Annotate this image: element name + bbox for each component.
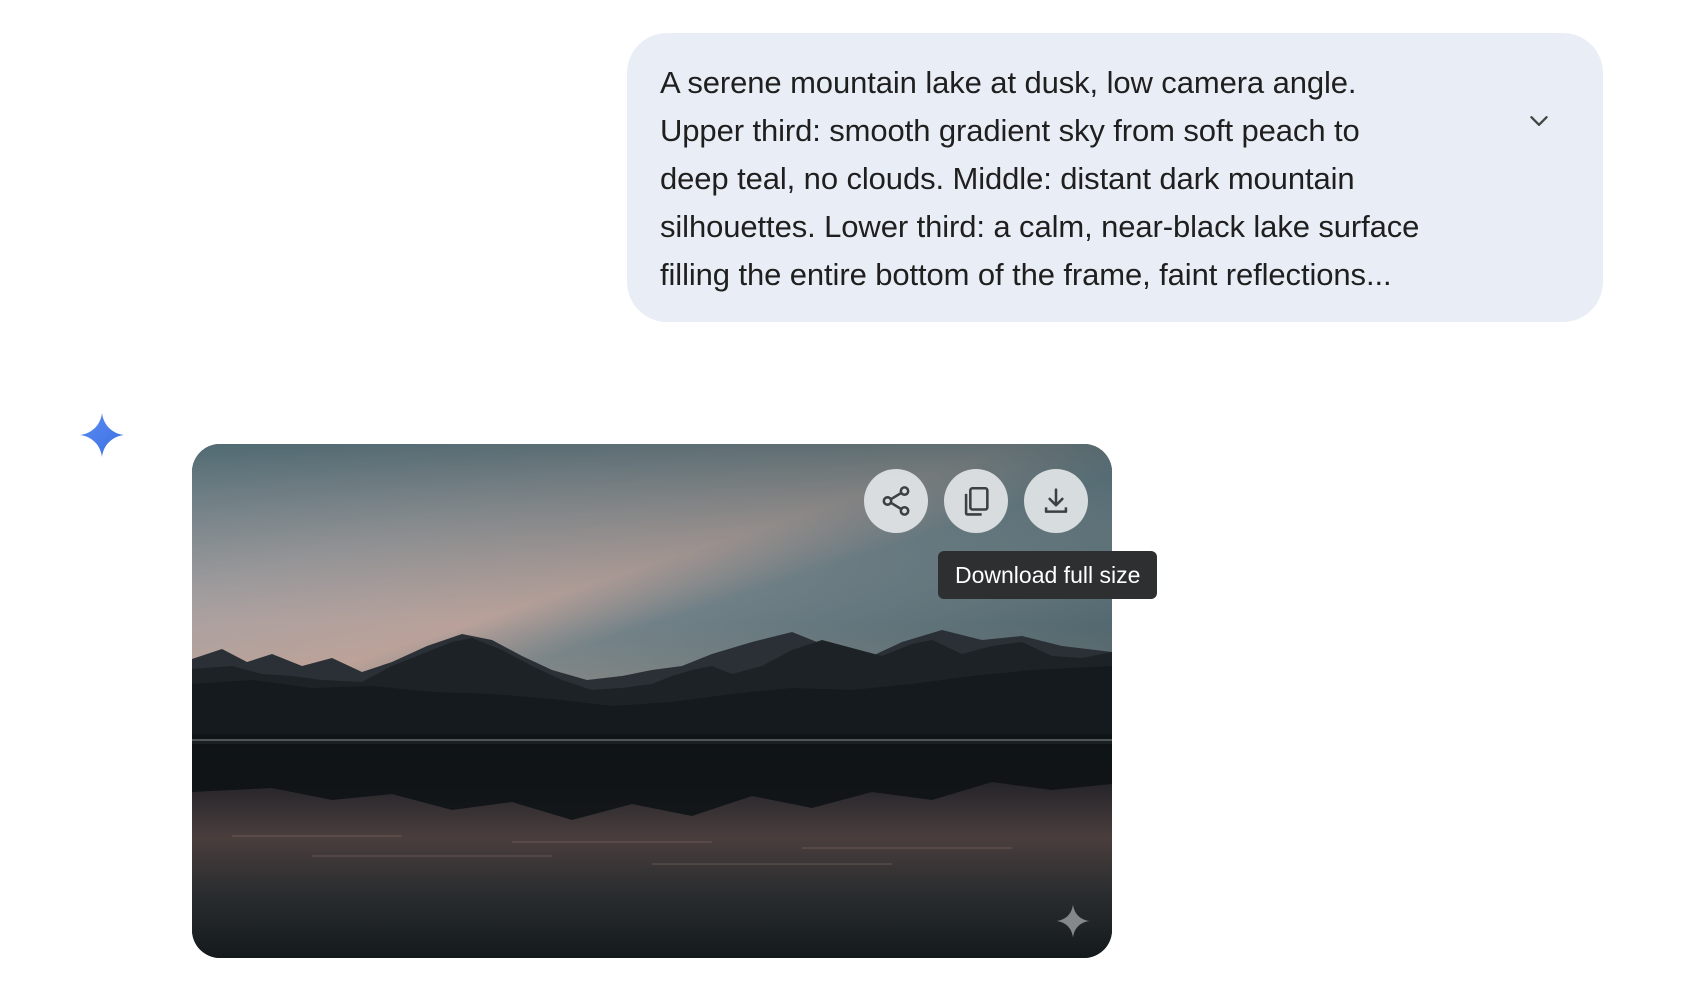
copy-button[interactable] bbox=[944, 469, 1008, 533]
download-tooltip: Download full size bbox=[938, 551, 1158, 599]
share-icon bbox=[882, 486, 910, 516]
sparkle-icon bbox=[1056, 904, 1090, 938]
generated-image-card[interactable] bbox=[192, 444, 1112, 958]
expand-prompt-button[interactable] bbox=[1517, 99, 1561, 143]
prompt-text: A serene mountain lake at dusk, low came… bbox=[660, 65, 1420, 292]
download-icon bbox=[1044, 488, 1068, 513]
image-action-bar bbox=[864, 469, 1088, 533]
download-button[interactable] bbox=[1024, 469, 1088, 533]
user-prompt-bubble: A serene mountain lake at dusk, low came… bbox=[627, 33, 1603, 322]
chevron-down-icon bbox=[1530, 116, 1548, 126]
sparkle-icon bbox=[80, 413, 124, 457]
copy-icon bbox=[964, 486, 989, 516]
chat-page: A serene mountain lake at dusk, low came… bbox=[0, 0, 1694, 998]
share-button[interactable] bbox=[864, 469, 928, 533]
